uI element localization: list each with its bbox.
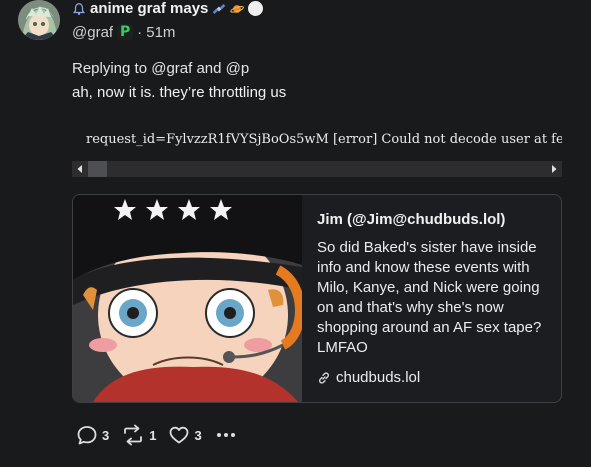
repost-count: 1 — [149, 427, 157, 443]
horizontal-scrollbar[interactable] — [72, 161, 562, 177]
timestamp[interactable]: · 51m — [137, 24, 175, 41]
p-badge-icon: P — [117, 24, 134, 40]
badge-letter: P — [119, 24, 131, 40]
link-preview-text: Jim (@Jim@chudbuds.lol) So did Baked's s… — [317, 211, 553, 358]
post-text: ah, now it is. they’re throttling us — [72, 84, 287, 101]
card-description: So did Baked's sister have inside info a… — [317, 239, 542, 356]
satellite-emoji — [213, 3, 226, 14]
link-preview-image — [73, 195, 302, 402]
reply-button[interactable]: 3 — [76, 424, 109, 446]
bell-icon — [72, 2, 86, 15]
reply-icon — [77, 426, 97, 445]
link-preview-card[interactable]: Jim (@Jim@chudbuds.lol) So did Baked's s… — [72, 194, 562, 403]
avatar[interactable] — [18, 0, 60, 40]
author-handle-row: @graf P · 51m — [72, 22, 175, 42]
scroll-right-arrow-icon[interactable] — [546, 161, 562, 177]
card-title: Jim (@Jim@chudbuds.lol) — [317, 211, 506, 228]
like-count: 3 — [194, 427, 202, 443]
heart-icon — [170, 426, 189, 444]
scrollbar-thumb[interactable] — [88, 161, 107, 177]
error-line: request_id=FylvzzR1fVYSjBoOs5wM [error] … — [86, 132, 562, 147]
repost-button[interactable]: 1 — [121, 424, 156, 446]
code-block: request_id=FylvzzR1fVYSjBoOs5wM [error] … — [72, 122, 562, 177]
white-circle-emoji — [248, 1, 264, 16]
more-options-button[interactable] — [216, 431, 236, 439]
link-icon — [319, 371, 329, 384]
scroll-left-arrow-icon[interactable] — [72, 161, 88, 177]
card-domain: chudbuds.lol — [336, 369, 421, 386]
post: anime graf mays @graf P · 51m Replying t… — [0, 0, 591, 467]
card-domain-link[interactable]: chudbuds.lol — [317, 369, 420, 386]
like-button[interactable]: 3 — [168, 424, 202, 446]
author-handle[interactable]: @graf — [72, 24, 113, 41]
reply-count: 3 — [102, 427, 110, 443]
repost-icon — [124, 424, 143, 446]
action-bar: 3 1 3 — [76, 424, 236, 446]
author-name-row: anime graf mays — [72, 0, 264, 17]
replying-to[interactable]: Replying to @graf and @p — [72, 60, 249, 77]
display-name[interactable]: anime graf mays — [90, 0, 208, 17]
ringed-planet-emoji — [230, 4, 245, 13]
ellipsis-icon — [216, 433, 235, 437]
